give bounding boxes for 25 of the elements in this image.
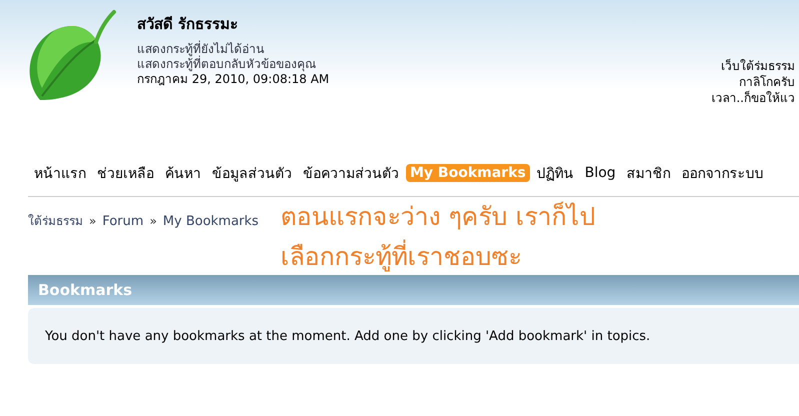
date-time: กรกฎาคม 29, 2010, 09:08:18 AM <box>137 72 330 87</box>
nav-link[interactable]: Blog <box>580 164 620 182</box>
nav-link[interactable]: ปฏิทิน <box>532 161 578 185</box>
nav-link[interactable]: ข้อมูลส่วนตัว <box>208 161 296 185</box>
header-link[interactable]: แสดงกระทู้ที่ยังไม่ได้อ่าน <box>137 42 330 57</box>
nav-link[interactable]: ช่วยเหลือ <box>93 161 158 185</box>
news-text: กาลิโกครับ <box>739 74 795 90</box>
panel-header: Bookmarks <box>28 275 799 305</box>
annotation-text: ตอนแรกจะว่าง ๆครับ เราก็ไป <box>280 200 596 233</box>
header-link[interactable]: แสดงกระทู้ที่ตอบกลับหัวข้อของคุณ <box>137 57 330 72</box>
breadcrumb-link[interactable]: ใต้ร่มธรรม <box>28 211 83 230</box>
nav-link[interactable]: หน้าแรก <box>30 161 90 185</box>
nav-link[interactable]: ข้อความส่วนตัว <box>299 161 403 185</box>
breadcrumb-separator: » <box>150 214 157 228</box>
news-text: เว็บใต้ร่มธรรม <box>721 58 795 74</box>
news-text: เวลา..ก็ขอให้แว <box>711 90 795 106</box>
breadcrumb-separator: » <box>89 214 96 228</box>
breadcrumb-link[interactable]: My Bookmarks <box>162 214 259 229</box>
empty-message: You don't have any bookmarks at the moment. Add one by clicking 'Add bookmark' in topics. <box>45 328 650 344</box>
nav-link[interactable]: สมาชิก <box>622 161 675 185</box>
nav-link[interactable]: ค้นหา <box>161 161 205 185</box>
greeting: สวัสดี รักธรรมะ <box>137 14 240 35</box>
nav-link[interactable]: ออกจากระบบ <box>678 161 768 185</box>
annotation-text: เลือกกระทู้ที่เราชอบซะ <box>280 237 596 277</box>
breadcrumb-link[interactable]: Forum <box>102 214 144 229</box>
